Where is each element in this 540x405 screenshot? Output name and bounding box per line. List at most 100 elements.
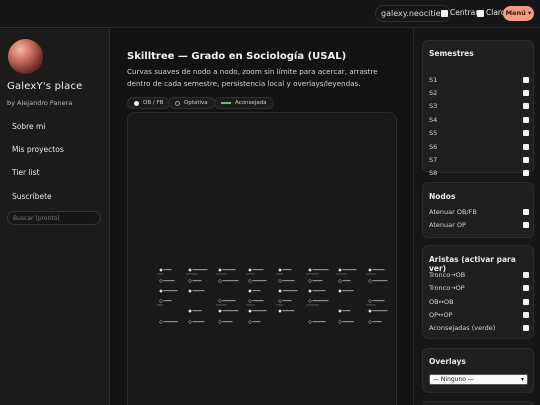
course-node[interactable] (246, 268, 264, 275)
edge-row-trunk-ob[interactable]: Tronco→OB (429, 270, 529, 280)
green-line-icon (221, 102, 231, 104)
course-node[interactable] (338, 309, 351, 313)
sidebar: GalexY's place by Alejandro Panera Sobre… (0, 29, 110, 405)
course-node[interactable] (308, 289, 326, 293)
course-node[interactable] (338, 289, 354, 293)
edge-row-op-op[interactable]: OP↔OP (429, 310, 529, 320)
course-node[interactable] (338, 279, 351, 283)
edge-checkbox[interactable] (523, 312, 529, 318)
course-node[interactable] (188, 320, 205, 324)
semester-checkbox[interactable] (523, 103, 529, 109)
semester-checkbox[interactable] (523, 117, 529, 123)
semester-checkbox[interactable] (523, 90, 529, 96)
chevron-down-icon: ▾ (520, 376, 524, 383)
nav-item-tier-list[interactable]: Tier list (12, 168, 40, 177)
course-node[interactable] (157, 268, 172, 275)
course-node[interactable] (368, 309, 388, 313)
overlays-title: Overlays (429, 357, 466, 366)
course-node[interactable] (276, 299, 292, 306)
course-node[interactable] (159, 279, 175, 283)
course-node[interactable] (188, 289, 205, 293)
edge-row-ob-ob[interactable]: OB↔OB (429, 297, 529, 307)
edge-checkbox[interactable] (523, 325, 529, 331)
center-checkbox[interactable] (441, 9, 448, 17)
page-subtitle: Curvas suaves de nodo a nodo, zoom sin l… (127, 67, 378, 88)
course-node[interactable] (188, 279, 202, 283)
author-line: by Alejandro Panera (7, 99, 73, 107)
course-node[interactable] (248, 279, 267, 283)
course-node[interactable] (278, 309, 295, 313)
course-node[interactable] (159, 320, 178, 324)
course-node[interactable] (159, 289, 178, 293)
solid-dot-icon (134, 100, 139, 106)
course-node[interactable] (306, 299, 329, 306)
dim-ob-row[interactable]: Atenuar OB/FB (429, 207, 529, 217)
light-toggle[interactable]: Claro (477, 8, 505, 18)
semester-row-s1[interactable]: S1 (429, 75, 529, 85)
semester-row-s4[interactable]: S4 (429, 115, 529, 125)
center-toggle[interactable]: Centrar (441, 8, 478, 18)
course-node[interactable] (218, 309, 239, 313)
course-node[interactable] (368, 279, 388, 283)
semester-checkbox[interactable] (523, 144, 529, 150)
course-node[interactable] (218, 279, 239, 283)
overlay-select[interactable]: — Ninguno — ▾ (429, 374, 528, 385)
course-node[interactable] (308, 279, 323, 283)
legend-ob: OB / FB (127, 97, 171, 109)
nav-item-subscribe[interactable]: Suscríbete (12, 192, 52, 201)
light-checkbox[interactable] (477, 9, 484, 17)
course-node[interactable] (186, 268, 208, 275)
course-node[interactable] (188, 309, 202, 313)
course-node[interactable] (216, 299, 236, 306)
semester-checkbox[interactable] (523, 157, 529, 163)
dim-ob-checkbox[interactable] (523, 209, 529, 215)
semester-row-s8[interactable]: S8 (429, 168, 529, 178)
semester-checkbox[interactable] (523, 130, 529, 136)
course-node[interactable] (276, 268, 292, 275)
menu-button[interactable]: Menú ▾ (503, 6, 534, 21)
course-node[interactable] (308, 320, 326, 324)
semester-row-s7[interactable]: S7 (429, 155, 529, 165)
skilltree-graph[interactable] (128, 113, 397, 405)
course-node[interactable] (366, 299, 385, 306)
semester-row-s5[interactable]: S5 (429, 128, 529, 138)
course-node[interactable] (157, 299, 172, 306)
course-node[interactable] (278, 279, 295, 283)
semester-row-s6[interactable]: S6 (429, 142, 529, 152)
dim-op-checkbox[interactable] (523, 222, 529, 228)
course-node[interactable] (338, 320, 354, 324)
course-node[interactable] (218, 320, 233, 324)
course-node[interactable] (246, 299, 264, 306)
search-input[interactable] (7, 211, 101, 225)
course-node[interactable] (336, 268, 357, 275)
semester-checkbox[interactable] (523, 170, 529, 176)
semester-row-s3[interactable]: S3 (429, 101, 529, 111)
site-brand[interactable]: GalexY's place (7, 81, 83, 92)
edge-row-trunk-op[interactable]: Tronco→OP (429, 283, 529, 293)
edge-row-advised[interactable]: Aconsejadas (verde) (429, 323, 529, 333)
dim-op-row[interactable]: Atenuar OP (429, 220, 529, 230)
course-node[interactable] (278, 289, 298, 293)
legend-advised: Aconsejada (214, 97, 274, 109)
nav-item-about[interactable]: Sobre mi (12, 122, 45, 131)
edge-checkbox[interactable] (523, 285, 529, 291)
skilltree-canvas[interactable] (127, 112, 397, 405)
top-bar: galexy.neocities Centrar Claro Menú ▾ (0, 0, 540, 28)
course-node[interactable] (366, 268, 385, 275)
course-node[interactable] (306, 268, 329, 275)
semester-checkbox[interactable] (523, 77, 529, 83)
edge-checkbox[interactable] (523, 299, 529, 305)
edge-checkbox[interactable] (523, 272, 529, 278)
course-node[interactable] (368, 320, 382, 324)
page-title: Skilltree — Grado en Sociología (USAL) (127, 51, 347, 62)
course-node[interactable] (248, 320, 261, 324)
course-node[interactable] (248, 309, 267, 313)
legend-op: Optativa (168, 97, 215, 109)
site-link[interactable]: galexy.neocities (375, 5, 451, 22)
semester-row-s2[interactable]: S2 (429, 88, 529, 98)
avatar (8, 39, 43, 74)
nav-item-projects[interactable]: Mis proyectos (12, 145, 64, 154)
course-node[interactable] (248, 289, 261, 293)
course-node[interactable] (216, 268, 236, 275)
center-label: Centrar (450, 8, 479, 17)
